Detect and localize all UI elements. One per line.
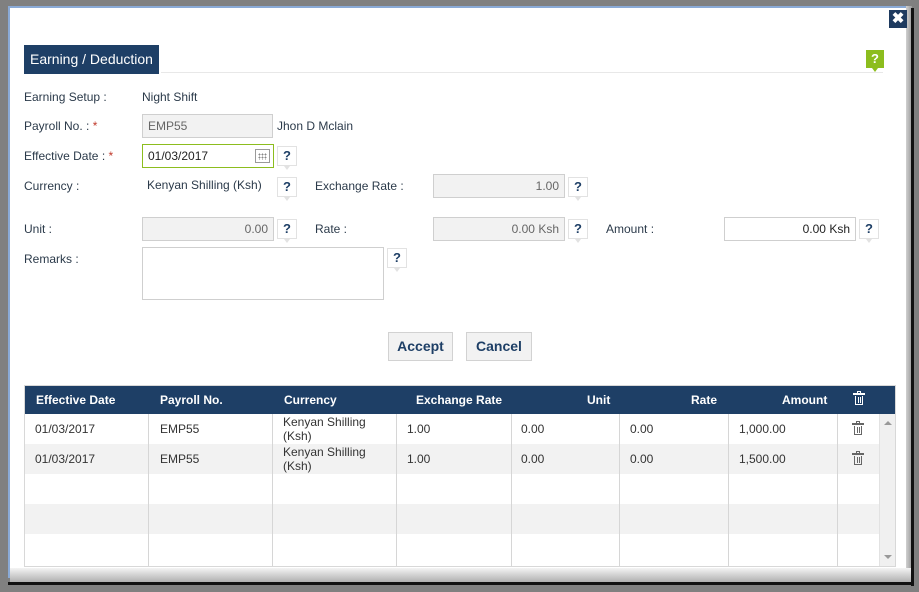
exchange-rate-label: Exchange Rate : [315,179,404,193]
currency-label: Currency : [24,179,80,193]
column-header-currency[interactable]: Currency [284,386,337,414]
accept-button[interactable]: Accept [388,332,453,361]
payroll-no-field[interactable]: EMP55 [142,114,273,138]
effective-date-help-icon[interactable]: ? [277,146,297,170]
amount-label: Amount : [606,222,655,236]
column-header-effective-date[interactable]: Effective Date [36,386,115,414]
delete-row-icon[interactable] [852,451,864,465]
rate-label: Rate : [315,222,348,236]
cell-unit: 0.00 [521,452,545,466]
empty-row [25,504,879,534]
effective-date-label-text: Effective Date : [24,149,106,163]
payroll-no-label: Payroll No. : * [24,119,97,133]
payroll-no-label-text: Payroll No. : [24,119,90,133]
help-icon[interactable]: ? [866,50,884,72]
exchange-rate-field[interactable]: 1.00 [433,174,565,198]
table-row[interactable]: 01/03/2017 EMP55 Kenyan Shilling (Ksh) 1… [25,444,879,474]
column-header-unit[interactable]: Unit [587,386,610,414]
unit-help-icon[interactable]: ? [277,219,297,243]
column-header-rate[interactable]: Rate [691,386,717,414]
column-divider [728,414,729,566]
empty-row [25,474,879,504]
column-divider [396,414,397,566]
cell-effective-date: 01/03/2017 [35,452,96,466]
entries-grid: Effective Date Payroll No. Currency Exch… [24,385,896,567]
earning-setup-value: Night Shift [142,90,198,104]
amount-field[interactable]: 0.00 Ksh [724,217,856,241]
remarks-textarea[interactable] [142,247,384,300]
grid-scrollbar[interactable] [879,414,895,566]
section-title: Earning / Deduction [24,45,159,74]
cell-exchange-rate: 1.00 [407,422,431,436]
currency-value: Kenyan Shilling (Ksh) [147,178,262,192]
unit-field[interactable]: 0.00 [142,217,274,241]
title-divider [161,72,883,73]
column-divider [511,414,512,566]
cell-currency: Kenyan Shilling (Ksh) [283,445,366,473]
close-icon[interactable]: ✖ [889,10,907,28]
column-divider [619,414,620,566]
scroll-down-icon[interactable] [884,555,892,559]
cell-rate: 0.00 [630,452,654,466]
cell-payroll-no: EMP55 [160,422,200,436]
cell-currency: Kenyan Shilling (Ksh) [283,415,366,443]
cell-payroll-no: EMP55 [160,452,200,466]
effective-date-field[interactable]: 01/03/2017 [142,144,274,168]
unit-label: Unit : [24,222,53,236]
amount-help-icon[interactable]: ? [859,219,879,243]
rate-help-icon[interactable]: ? [568,219,588,243]
delete-all-icon[interactable] [853,391,865,405]
column-divider [837,414,838,566]
dialog-shadow-bottom [10,568,912,582]
effective-date-value: 01/03/2017 [148,149,209,163]
cell-amount: 1,500.00 [739,452,786,466]
cell-unit: 0.00 [521,422,545,436]
empty-row [25,534,879,566]
calendar-icon[interactable] [255,149,270,163]
earning-setup-label: Earning Setup : [24,90,107,104]
cancel-button[interactable]: Cancel [466,332,532,361]
remarks-label: Remarks : [24,252,79,266]
dialog-edge-right [911,8,914,586]
rate-field[interactable]: 0.00 Ksh [433,217,565,241]
cell-rate: 0.00 [630,422,654,436]
column-header-amount[interactable]: Amount [782,386,827,414]
required-mark: * [92,119,98,133]
dialog-edge-bottom [8,582,914,585]
remarks-help-icon[interactable]: ? [387,248,407,272]
cell-effective-date: 01/03/2017 [35,422,96,436]
column-divider [272,414,273,566]
column-divider [148,414,149,566]
effective-date-label: Effective Date : * [24,149,113,163]
column-header-payroll-no[interactable]: Payroll No. [160,386,223,414]
grid-header: Effective Date Payroll No. Currency Exch… [25,386,895,414]
scroll-up-icon[interactable] [884,421,892,425]
required-mark: * [108,149,114,163]
column-header-exchange-rate[interactable]: Exchange Rate [416,386,502,414]
exchange-rate-help-icon[interactable]: ? [568,177,588,201]
table-row[interactable]: 01/03/2017 EMP55 Kenyan Shilling (Ksh) 1… [25,414,879,444]
currency-help-icon[interactable]: ? [277,177,297,201]
cell-amount: 1,000.00 [739,422,786,436]
employee-name: Jhon D Mclain [277,119,354,133]
delete-row-icon[interactable] [852,421,864,435]
cell-exchange-rate: 1.00 [407,452,431,466]
